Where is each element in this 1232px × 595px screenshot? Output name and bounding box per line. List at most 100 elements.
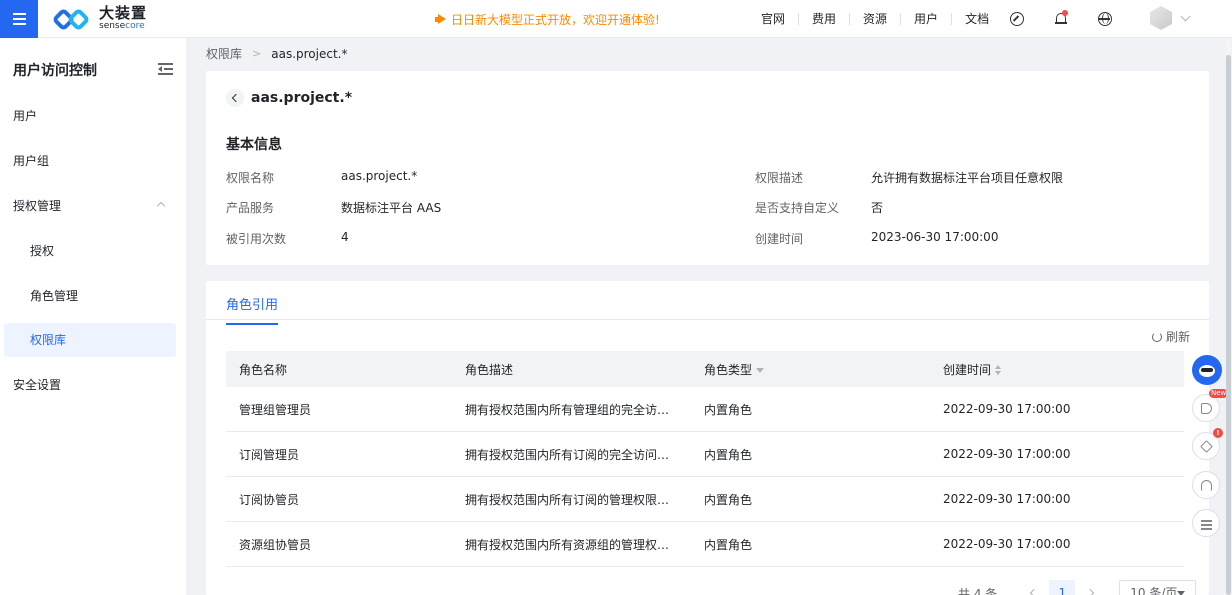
field-value-reference-count: 4 [341, 230, 349, 244]
sidebar-item-label: 授权管理 [13, 199, 62, 213]
table-row: 订阅管理员 拥有授权范围内所有订阅的完全访问权限 内置角色 2022-09-30… [226, 432, 1184, 477]
role-description: 拥有授权范围内所有管理组的完全访问权限 [465, 402, 694, 417]
refresh-label: 刷新 [1166, 330, 1191, 344]
back-button[interactable] [226, 89, 244, 107]
sidebar-item-users[interactable]: 用户 [4, 99, 176, 133]
sidebar: 用户访问控制 用户 用户组 授权管理 授权 角色管理 权限库 安全设置 [0, 38, 186, 595]
alert-badge: ! [1213, 428, 1223, 438]
page-scrollbar[interactable] [1226, 40, 1231, 595]
avatar [1150, 6, 1172, 30]
role-type: 内置角色 [704, 492, 753, 507]
tab-role-references[interactable]: 角色引用 [226, 294, 279, 325]
collapse-sidebar-icon[interactable] [158, 63, 173, 75]
announcement-text: 日日新大模型正式开放，欢迎开通体验! [451, 13, 660, 27]
role-references-card: 角色引用 刷新 角色名称 角色描述 角色类型 创建时间 管理组管理员 拥有授权范… [206, 281, 1209, 595]
logo-title: 大装置 [99, 4, 148, 22]
bell-icon[interactable] [1054, 10, 1068, 26]
filter-icon[interactable] [756, 367, 765, 373]
role-type: 内置角色 [704, 402, 753, 417]
field-value-product-service: 数据标注平台 AAS [341, 201, 442, 215]
nav-billing[interactable]: 费用 [799, 13, 851, 25]
role-name-link[interactable]: 资源组协管员 [226, 536, 465, 553]
sidebar-item-authorization-management[interactable]: 授权管理 [4, 189, 176, 223]
role-type: 内置角色 [704, 537, 753, 552]
headset-icon [1201, 480, 1212, 491]
compass-icon[interactable] [1010, 12, 1024, 26]
column-header-created-time: 创建时间 [943, 361, 1184, 378]
nav-resources[interactable]: 资源 [850, 13, 902, 25]
field-value-customizable: 否 [871, 201, 884, 215]
logo-mark-icon [51, 6, 94, 32]
role-description: 拥有授权范围内所有订阅的管理权限，但不能授权 [465, 492, 704, 507]
field-label-permission-name: 权限名称 [226, 171, 275, 185]
chevron-right-icon[interactable] [1086, 588, 1095, 595]
column-header-role-description: 角色描述 [465, 362, 514, 377]
nav-users[interactable]: 用户 [901, 13, 953, 25]
scrollbar-thumb[interactable] [1226, 55, 1231, 595]
logo[interactable]: 大装置 sensecore [51, 4, 148, 32]
chevron-left-icon[interactable] [1030, 588, 1039, 595]
menu-icon[interactable] [0, 0, 38, 38]
chevron-down-icon [1180, 11, 1191, 21]
logo-subtitle: sensecore [99, 21, 145, 31]
page-title: aas.project.* [251, 90, 353, 106]
section-title: 基本信息 [226, 137, 282, 153]
field-label-product-service: 产品服务 [226, 201, 275, 215]
pagination: 共 4 条 1 10 条/页 [958, 580, 1197, 595]
table-row: 订阅协管员 拥有授权范围内所有订阅的管理权限，但不能授权 内置角色 2022-0… [226, 477, 1184, 522]
role-description: 拥有授权范围内所有订阅的完全访问权限 [465, 447, 682, 462]
announcement[interactable]: 日日新大模型正式开放，欢迎开通体验! [435, 11, 660, 28]
pagination-total: 共 4 条 [958, 586, 998, 595]
nav-official-site[interactable]: 官网 [748, 13, 800, 25]
column-header-role-name: 角色名称 [239, 362, 288, 377]
role-created-time: 2022-09-30 17:00:00 [943, 537, 1071, 551]
globe-icon[interactable] [1098, 12, 1112, 26]
sidebar-title: 用户访问控制 [13, 63, 97, 79]
field-label-created-time: 创建时间 [755, 232, 804, 246]
top-bar: 大装置 sensecore 日日新大模型正式开放，欢迎开通体验! 官网 费用 资… [0, 0, 1232, 38]
basic-info-card: aas.project.* 基本信息 权限名称 aas.project.* 产品… [206, 71, 1209, 265]
user-menu[interactable] [1150, 6, 1191, 30]
sidebar-item-security-settings[interactable]: 安全设置 [4, 368, 176, 402]
collapse-toolbar-button[interactable] [1192, 509, 1220, 537]
role-created-time: 2022-09-30 17:00:00 [943, 492, 1071, 506]
announcement-button[interactable]: New [1192, 389, 1229, 422]
breadcrumb-current: aas.project.* [271, 46, 348, 61]
sidebar-item-permission-library[interactable]: 权限库 [4, 323, 176, 357]
assistant-mascot-icon[interactable] [1192, 355, 1222, 385]
role-type: 内置角色 [704, 447, 753, 462]
roles-table: 角色名称 角色描述 角色类型 创建时间 管理组管理员 拥有授权范围内所有管理组的… [226, 351, 1184, 567]
refresh-button[interactable]: 刷新 [1152, 328, 1190, 345]
sort-icon[interactable] [995, 365, 1002, 375]
sidebar-item-role-management[interactable]: 角色管理 [4, 279, 176, 313]
role-created-time: 2022-09-30 17:00:00 [943, 447, 1071, 461]
field-label-description: 权限描述 [755, 171, 804, 185]
table-row: 管理组管理员 拥有授权范围内所有管理组的完全访问权限 内置角色 2022-09-… [226, 387, 1184, 432]
nav-docs[interactable]: 文档 [952, 13, 1002, 25]
field-value-description: 允许拥有数据标注平台项目任意权限 [871, 171, 1064, 185]
support-button[interactable] [1192, 471, 1220, 499]
sidebar-item-authorization[interactable]: 授权 [4, 234, 176, 268]
megaphone-icon [1201, 403, 1212, 414]
role-name-link[interactable]: 订阅管理员 [226, 446, 465, 463]
table-header: 角色名称 角色描述 角色类型 创建时间 [226, 351, 1184, 387]
role-name-link[interactable]: 订阅协管员 [226, 491, 465, 508]
field-label-reference-count: 被引用次数 [226, 232, 287, 246]
pending-tasks-button[interactable]: ! [1192, 428, 1223, 460]
breadcrumb-separator: > [252, 47, 262, 60]
notification-dot [1062, 10, 1068, 16]
field-value-permission-name: aas.project.* [341, 169, 418, 183]
chevron-up-icon [156, 201, 166, 211]
page-number[interactable]: 1 [1049, 580, 1076, 595]
page-size-select[interactable]: 10 条/页 [1119, 580, 1197, 595]
breadcrumb-root[interactable]: 权限库 [206, 45, 242, 62]
column-header-role-type: 角色类型 [704, 361, 943, 378]
megaphone-icon [435, 14, 447, 25]
sidebar-item-user-groups[interactable]: 用户组 [4, 144, 176, 178]
table-row: 资源组协管员 拥有授权范围内所有资源组的管理权限，但不能授权 内置角色 2022… [226, 522, 1184, 567]
role-name-link[interactable]: 管理组管理员 [226, 401, 465, 418]
top-nav: 官网 费用 资源 用户 文档 [748, 0, 1002, 38]
field-label-customizable: 是否支持自定义 [755, 201, 840, 215]
tab-divider [206, 319, 1209, 320]
breadcrumb: 权限库 > aas.project.* [206, 45, 347, 62]
